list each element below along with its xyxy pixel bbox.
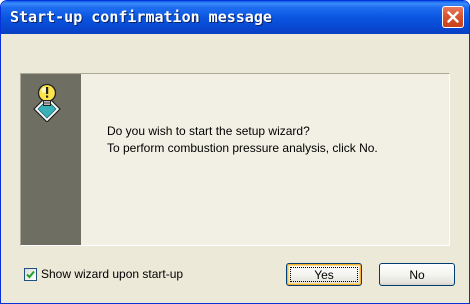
no-button[interactable]: No [379, 263, 455, 286]
message-line-1: Do you wish to start the setup wizard? [107, 124, 310, 138]
icon-strip [21, 74, 81, 245]
message-panel: Do you wish to start the setup wizard? T… [20, 73, 450, 246]
show-wizard-checkbox[interactable] [24, 267, 37, 281]
no-button-label: No [409, 267, 425, 282]
lightbulb-tip-icon [33, 83, 61, 122]
focus-ring [290, 267, 358, 282]
close-button[interactable] [442, 6, 464, 28]
show-wizard-label[interactable]: Show wizard upon start-up [41, 267, 183, 281]
checkmark-icon [26, 270, 35, 278]
close-icon [447, 11, 459, 23]
title-bar[interactable]: Start-up confirmation message [1, 1, 469, 34]
dialog-window: Start-up confirmation message Do you wis… [0, 0, 470, 304]
yes-button[interactable]: Yes [286, 263, 362, 286]
message-line-2: To perform combustion pressure analysis,… [107, 141, 378, 155]
window-title: Start-up confirmation message [10, 8, 272, 26]
show-wizard-option[interactable]: Show wizard upon start-up [24, 266, 183, 282]
message-text: Do you wish to start the setup wizard? T… [107, 123, 378, 157]
